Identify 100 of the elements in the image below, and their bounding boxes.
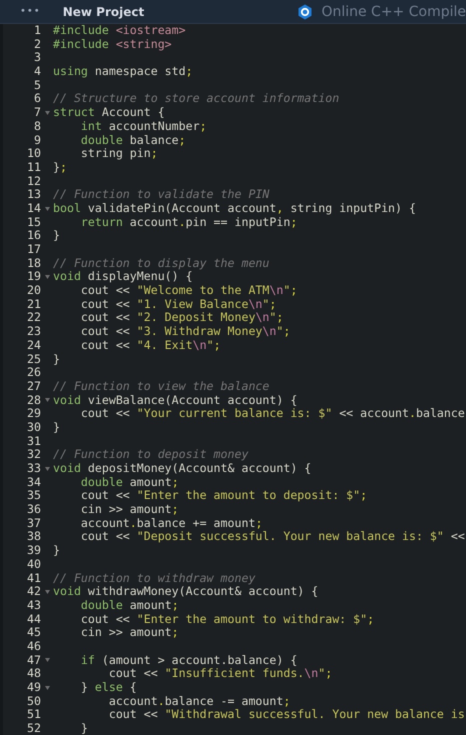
- line-number: 11: [26, 160, 41, 175]
- line-number: 40: [26, 558, 41, 572]
- line-number: 44: [26, 612, 41, 626]
- line-number: 39: [26, 544, 41, 558]
- code-line: double amount;: [80, 598, 179, 613]
- code-line: string pin;: [80, 147, 158, 161]
- line-number: 17: [26, 243, 41, 257]
- code-line: cout << "Your current balance is: $" << account.balance: [80, 407, 465, 421]
- line-number: 38: [26, 530, 41, 544]
- code-line: }: [80, 722, 88, 735]
- code-line: cout << "Withdrawal successful. Your new balance is: [108, 708, 465, 722]
- line-number: 21: [26, 298, 41, 312]
- line-number: 27: [26, 380, 41, 394]
- code-line: void withdrawMoney(Account& account) {: [53, 585, 318, 599]
- line-number: 52: [26, 722, 41, 735]
- line-number: 20: [26, 284, 41, 298]
- code-line: if (amount > account.balance) {: [80, 654, 298, 668]
- code-line: account.balance -= amount;: [108, 694, 290, 708]
- line-number: 50: [26, 694, 41, 708]
- code-line: cout << "3. Withdraw Money\n";: [80, 325, 290, 339]
- line-number: 34: [26, 476, 41, 490]
- line-number: 45: [26, 626, 41, 640]
- line-number: 23: [26, 325, 41, 339]
- line-number: 37: [26, 516, 41, 530]
- code-line: // Function to display the menu: [53, 256, 270, 270]
- line-number: 41: [26, 572, 41, 586]
- line-number: 2: [33, 38, 41, 52]
- line-number: 35: [26, 489, 41, 504]
- line-number: 1: [33, 24, 41, 38]
- code-line: cout << "Enter the amount to deposit: $";: [80, 489, 368, 504]
- line-number: 18: [26, 256, 41, 270]
- more-menu[interactable]: •••: [20, 6, 41, 17]
- code-line: void viewBalance(Account account) {: [53, 394, 298, 408]
- line-number: 51: [26, 708, 41, 722]
- code-line: cout << "1. View Balance\n";: [80, 298, 276, 312]
- site-title: Online C++ Compile: [321, 4, 466, 20]
- line-number: 47: [26, 654, 41, 668]
- code-line: // Function to validate the PIN: [53, 188, 270, 202]
- code-line: };: [53, 160, 67, 175]
- code-line: // Structure to store account information: [53, 92, 340, 106]
- code-line: }: [53, 544, 60, 558]
- code-line: cout << "Insufficient funds.\n";: [108, 667, 332, 682]
- line-number: 30: [26, 420, 41, 435]
- code-line: #include <string>: [53, 38, 172, 52]
- line-number: 13: [26, 188, 41, 202]
- fold-icon[interactable]: [44, 686, 50, 690]
- fold-icon[interactable]: [44, 110, 50, 115]
- code-line: int accountNumber;: [80, 120, 207, 134]
- line-number: 48: [26, 667, 41, 682]
- code-line: }: [53, 229, 60, 244]
- line-number: 4: [33, 65, 41, 79]
- code-line: bool validatePin(Account account, string inputPin) {: [53, 202, 416, 216]
- line-number: 33: [26, 462, 41, 476]
- code-line: }: [53, 352, 60, 366]
- line-number: 32: [26, 448, 41, 462]
- fold-icon[interactable]: [44, 590, 50, 594]
- line-number: 8: [33, 120, 41, 134]
- code-line: void displayMenu() {: [53, 270, 193, 284]
- line-number: 49: [26, 681, 41, 695]
- line-number: 24: [26, 338, 41, 353]
- line-number: 25: [26, 352, 41, 366]
- line-number: 3: [33, 51, 41, 66]
- code-line: cout << "2. Deposit Money\n";: [80, 311, 284, 326]
- line-number: 5: [33, 78, 41, 92]
- fold-icon[interactable]: [44, 658, 50, 662]
- line-number: 19: [26, 270, 41, 284]
- code-line: #include <iostream>: [53, 24, 186, 38]
- line-number: 10: [26, 147, 41, 161]
- code-line: return account.pin == inputPin;: [80, 216, 298, 230]
- line-number: 42: [26, 585, 41, 599]
- code-line: double amount;: [80, 476, 179, 490]
- code-line: cout << "Enter the amount to withdraw: $";: [80, 612, 374, 626]
- hexagon-logo-icon: [297, 4, 314, 20]
- line-number: 14: [26, 202, 41, 216]
- code-line: } else {: [80, 681, 137, 695]
- line-number: 28: [26, 394, 41, 408]
- line-number: 15: [26, 216, 41, 230]
- line-number: 12: [26, 174, 41, 188]
- fold-icon[interactable]: [44, 398, 50, 402]
- line-number: 26: [26, 366, 41, 380]
- code-line: cin >> amount;: [80, 626, 179, 640]
- project-title: New Project: [62, 4, 144, 18]
- line-number: 31: [26, 434, 41, 448]
- code-line: cout << "Welcome to the ATM\n";: [80, 284, 298, 298]
- code-line: void depositMoney(Account& account) {: [53, 462, 312, 476]
- line-number: 6: [33, 92, 41, 106]
- code-line: using namespace std;: [53, 65, 193, 79]
- line-number: 22: [26, 311, 41, 326]
- code-line: cout << "4. Exit\n";: [80, 338, 221, 353]
- line-number: 43: [26, 598, 41, 613]
- fold-icon[interactable]: [44, 206, 50, 211]
- line-number: 29: [26, 407, 41, 421]
- line-number: 9: [33, 134, 41, 148]
- fold-icon[interactable]: [44, 466, 50, 471]
- code-line: cin >> amount;: [80, 503, 179, 517]
- code-line: // Function to view the balance: [53, 380, 270, 394]
- code-line: // Function to deposit money: [53, 448, 248, 462]
- line-number: 7: [33, 106, 41, 120]
- fold-icon[interactable]: [44, 275, 50, 280]
- code-line: account.balance += amount;: [80, 516, 262, 530]
